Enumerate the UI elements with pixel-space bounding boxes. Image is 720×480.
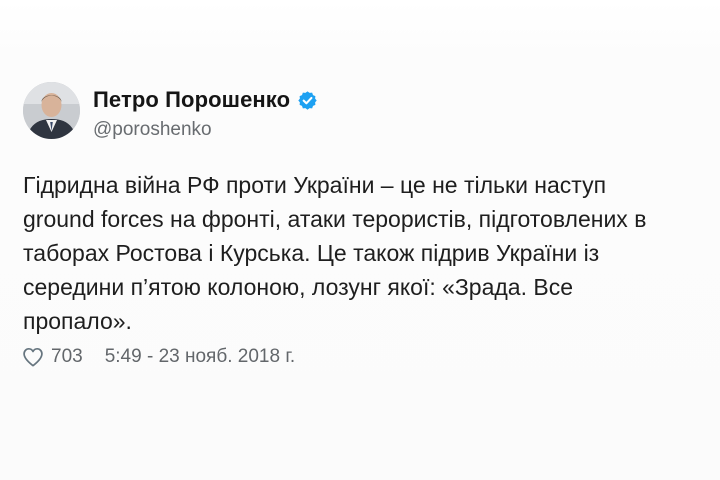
- verified-badge-icon: [298, 90, 317, 110]
- avatar[interactable]: [23, 82, 80, 139]
- tweet-text-line: пропало».: [23, 308, 132, 334]
- tweet-text-line: середини п’ятою колоною, лозунг якої: «З…: [23, 274, 574, 300]
- like-button[interactable]: 703: [22, 346, 83, 368]
- author-name-row: Петро Порошенко: [93, 87, 318, 113]
- tweet-timestamp[interactable]: 5:49 - 23 нояб. 2018 г.: [105, 346, 296, 368]
- heart-icon: [23, 347, 43, 367]
- page: Петро Порошенко @poroshenko Гідридна вій…: [0, 0, 720, 480]
- tweet-text: Гідридна війна РФ проти України – це не …: [23, 168, 713, 338]
- author-handle[interactable]: @poroshenko: [93, 119, 212, 141]
- tweet-card: Петро Порошенко @poroshenko Гідридна вій…: [0, 0, 720, 480]
- tweet-text-line: таборах Ростова і Курська. Це також підр…: [23, 240, 600, 266]
- author-display-name[interactable]: Петро Порошенко: [93, 87, 290, 113]
- avatar-portrait: [23, 82, 80, 139]
- tweet-text-line: Гідридна війна РФ проти України – це не …: [23, 172, 607, 198]
- tweet-text-line: ground forces на фронті, атаки терористі…: [23, 206, 647, 232]
- tweet-meta: 703 5:49 - 23 нояб. 2018 г.: [22, 346, 295, 368]
- like-count: 703: [51, 346, 83, 367]
